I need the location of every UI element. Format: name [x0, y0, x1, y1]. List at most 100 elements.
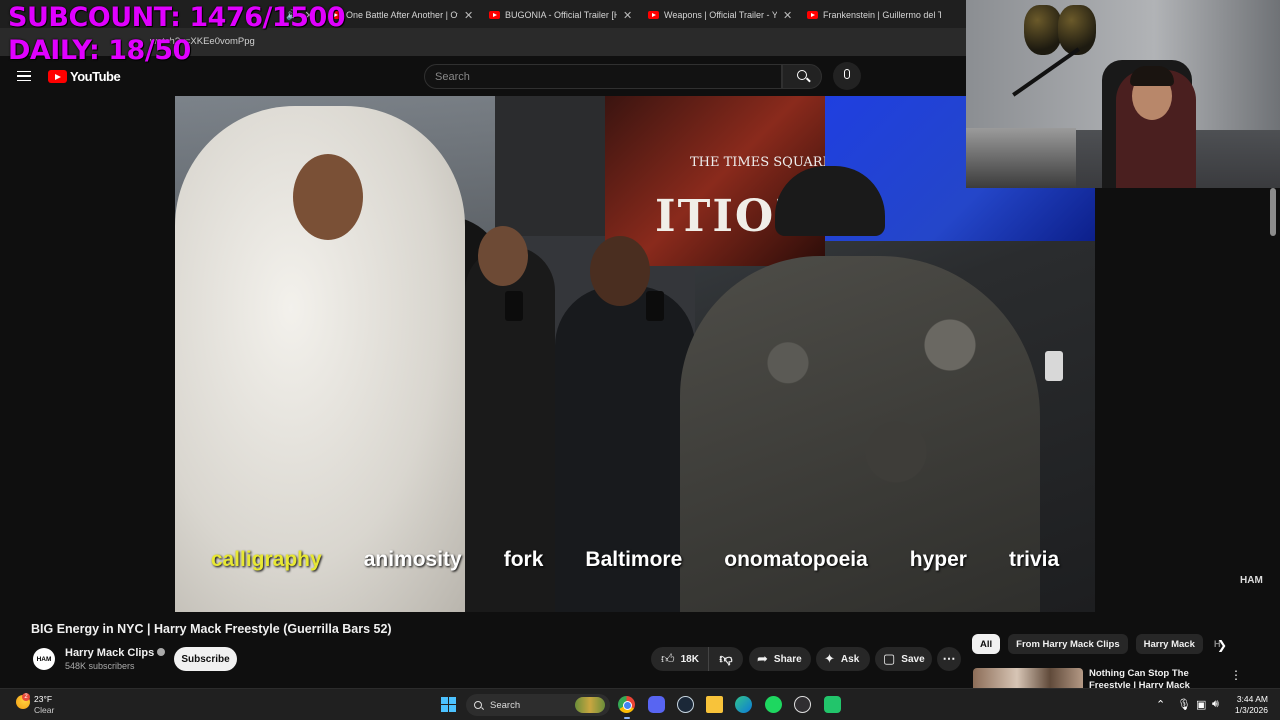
like-count: 18K — [680, 653, 699, 665]
caption-word: calligraphy — [210, 548, 322, 571]
dislike-button[interactable]: 👎︎ — [709, 647, 743, 671]
edge-icon[interactable] — [735, 696, 752, 713]
app-icon[interactable] — [824, 696, 841, 713]
caption-word: Baltimore — [585, 548, 683, 571]
video-player[interactable]: THE TIMES SQUARE ITION calligraphy animo… — [175, 96, 1095, 612]
like-button[interactable]: 👍︎ 18K — [651, 647, 709, 671]
temperature[interactable]: 23°F — [34, 694, 52, 704]
chip-harry-mack[interactable]: Harry Mack — [1135, 634, 1203, 654]
windows-start-icon[interactable] — [441, 697, 456, 712]
active-indicator — [624, 717, 630, 719]
ask-label: Ask — [840, 653, 860, 665]
daily-overlay: DAILY: 18/50 — [8, 35, 191, 66]
share-icon: ➦ — [757, 651, 768, 666]
search-button[interactable] — [782, 64, 822, 89]
discord-icon[interactable] — [648, 696, 665, 713]
logo-text: YouTube — [70, 69, 121, 84]
voice-search-button[interactable] — [833, 62, 861, 90]
recommendation-title[interactable]: Nothing Can Stop The Freestyle | Harry M… — [1089, 668, 1221, 690]
close-tab-icon[interactable]: ✕ — [623, 9, 632, 22]
close-tab-icon[interactable]: ✕ — [464, 9, 473, 22]
thumbs-up-icon: 👍︎ — [661, 651, 675, 666]
webcam-streamer-hair — [1130, 66, 1174, 86]
video-phone — [646, 291, 664, 321]
video-title: BIG Energy in NYC | Harry Mack Freestyle… — [31, 622, 392, 636]
menu-icon[interactable] — [17, 71, 31, 81]
filter-chips: All From Harry Mack Clips Harry Mack H — [972, 634, 1225, 654]
channel-avatar[interactable]: HAM — [33, 648, 55, 670]
ask-button[interactable]: ✦ Ask — [816, 647, 870, 671]
video-phone — [505, 291, 523, 321]
tab-title: Frankenstein | Guillermo del Tor — [823, 10, 941, 20]
spotify-icon[interactable] — [765, 696, 782, 713]
channel-watermark[interactable]: HAM — [1240, 575, 1263, 586]
youtube-play-icon — [48, 70, 67, 83]
webcam-desk — [966, 128, 1076, 188]
like-dislike-group: 👍︎ 18K 👎︎ — [651, 647, 743, 671]
caption-word: fork — [503, 548, 544, 571]
subcount-overlay: SUBCOUNT: 1476/1500 — [8, 2, 346, 33]
save-label: Save — [901, 653, 925, 665]
chevron-right-icon[interactable]: ❯ — [1217, 638, 1227, 652]
obs-icon[interactable] — [794, 696, 811, 713]
chip-from-channel[interactable]: From Harry Mack Clips — [1008, 634, 1128, 654]
subscribe-button[interactable]: Subscribe — [174, 647, 237, 671]
taskbar-search[interactable]: Search — [466, 694, 610, 716]
bookmark-icon: ▢ — [883, 651, 896, 666]
balloon-icon — [1024, 5, 1062, 55]
save-button[interactable]: ▢ Save — [875, 647, 932, 671]
subscriber-count: 548K subscribers — [65, 661, 135, 671]
more-horizontal-icon: ⋯ — [942, 651, 956, 666]
close-tab-icon[interactable]: ✕ — [783, 9, 792, 22]
search-icon — [797, 70, 807, 80]
share-button[interactable]: ➦ Share — [749, 647, 811, 671]
search-highlight-icon — [575, 697, 605, 713]
video-person-head — [293, 154, 363, 240]
channel-name-row[interactable]: Harry Mack Clips — [65, 647, 166, 659]
browser-tab-frankenstein[interactable]: Frankenstein | Guillermo del Tor — [807, 4, 957, 26]
weather-condition[interactable]: Clear — [34, 705, 54, 715]
caption-word: hyper — [909, 548, 967, 571]
youtube-logo[interactable]: YouTube — [48, 69, 121, 84]
windows-taskbar: 2 23°F Clear Search ⌃ 🎙︎ ▣ 🔊︎ 3:44 AM 1/… — [0, 688, 1280, 720]
tab-title: One Battle After Another | Offic — [346, 10, 458, 20]
caption-bar: calligraphy animosity fork Baltimore ono… — [175, 548, 1095, 572]
video-person-head — [590, 236, 650, 306]
tab-title: BUGONIA - Official Trailer [HD] — [505, 10, 617, 20]
search-input[interactable] — [425, 65, 781, 88]
volume-icon[interactable]: 🔊︎ — [1212, 698, 1219, 711]
thumbs-down-icon: 👎︎ — [719, 651, 733, 666]
video-person-head — [478, 226, 528, 286]
display-icon[interactable]: ▣ — [1196, 698, 1206, 711]
page-scrollbar[interactable] — [1270, 188, 1276, 236]
clock-date: 1/3/2026 — [1234, 705, 1268, 715]
file-explorer-icon[interactable] — [706, 696, 723, 713]
chevron-up-icon[interactable]: ⌃ — [1156, 698, 1165, 711]
taskbar-search-label: Search — [490, 699, 521, 711]
youtube-favicon-icon — [648, 11, 659, 19]
verified-icon — [157, 648, 166, 656]
youtube-favicon-icon — [489, 11, 500, 19]
caption-word: trivia — [1008, 548, 1060, 571]
chip-all[interactable]: All — [972, 634, 1001, 654]
clock-time: 3:44 AM — [1236, 694, 1268, 704]
channel-name[interactable]: Harry Mack Clips — [65, 647, 154, 659]
more-actions-button[interactable]: ⋯ — [937, 647, 961, 671]
microphone-icon — [844, 69, 850, 79]
browser-tab-weapons[interactable]: Weapons | Official Trailer - YouT ✕ — [648, 4, 794, 26]
browser-tab-bugonia[interactable]: BUGONIA - Official Trailer [HD] ✕ — [489, 4, 634, 26]
weather-badge: 2 — [22, 693, 30, 701]
system-clock[interactable]: 3:44 AM 1/3/2026 — [1228, 694, 1268, 716]
caption-word: animosity — [363, 548, 462, 571]
search-icon — [474, 701, 482, 709]
tab-title: Weapons | Official Trailer - YouT — [664, 10, 777, 20]
steam-icon[interactable] — [677, 696, 694, 713]
chrome-icon[interactable] — [618, 696, 635, 713]
microphone-tray-icon[interactable]: 🎙︎ — [1177, 698, 1191, 711]
youtube-favicon-icon — [807, 11, 818, 19]
webcam-feed — [966, 0, 1280, 188]
share-label: Share — [773, 653, 802, 665]
caption-word: onomatopoeia — [724, 548, 868, 571]
more-vertical-icon[interactable]: ⋮ — [1230, 668, 1242, 682]
browser-tab-one-battle[interactable]: One Battle After Another | Offic ✕ — [330, 4, 475, 26]
